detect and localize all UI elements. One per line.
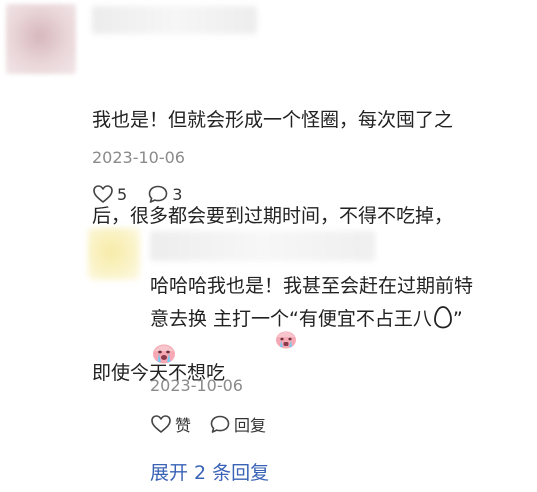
comment-text-line: 我也是！但就会形成一个怪圈，每次囤了之 xyxy=(92,109,454,131)
egg-icon xyxy=(433,305,453,340)
like-button[interactable]: 5 xyxy=(92,184,127,204)
reply-closing-quote: ” xyxy=(452,308,463,330)
reply-actions: 赞 回复 xyxy=(150,412,266,436)
comment-text-line: 后，很多都会要到过期时间，不得不吃掉， xyxy=(92,205,454,227)
reply-text-line: 意去换 主打一个“有便宜不占王八 ” xyxy=(150,303,530,340)
heart-icon xyxy=(92,184,114,204)
reply-text-line-content: 意去换 主打一个“有便宜不占王八 xyxy=(150,308,432,330)
reply-author-name-blurred[interactable] xyxy=(150,231,375,261)
reply-button[interactable]: 3 xyxy=(147,184,182,204)
reply-text-line: 哈哈哈我也是！我甚至会赶在过期前特 xyxy=(150,275,474,297)
reply-reply-button[interactable]: 回复 xyxy=(209,412,266,436)
reply-date: 2023-10-06 xyxy=(150,376,243,395)
like-count: 5 xyxy=(117,184,128,204)
expand-replies-link[interactable]: 展开 2 条回复 xyxy=(150,458,269,485)
like-label: 赞 xyxy=(175,416,192,435)
reply-text: 哈哈哈我也是！我甚至会赶在过期前特 意去换 主打一个“有便宜不占王八 ” xyxy=(150,270,530,376)
comment-date: 2023-10-06 xyxy=(92,148,185,167)
crying-face-emoji-icon xyxy=(151,341,177,376)
commenter-name-blurred[interactable] xyxy=(92,6,257,34)
commenter-avatar[interactable] xyxy=(6,4,76,74)
speech-bubble-icon xyxy=(147,184,169,204)
speech-bubble-icon xyxy=(209,414,231,434)
reply-emoji-line xyxy=(150,340,530,376)
reply-count: 3 xyxy=(172,184,183,204)
comment-actions: 5 3 xyxy=(92,184,182,204)
reply-avatar[interactable] xyxy=(88,228,140,280)
heart-icon xyxy=(150,414,172,434)
reply-like-button[interactable]: 赞 xyxy=(150,412,191,436)
reply-label: 回复 xyxy=(234,416,267,435)
